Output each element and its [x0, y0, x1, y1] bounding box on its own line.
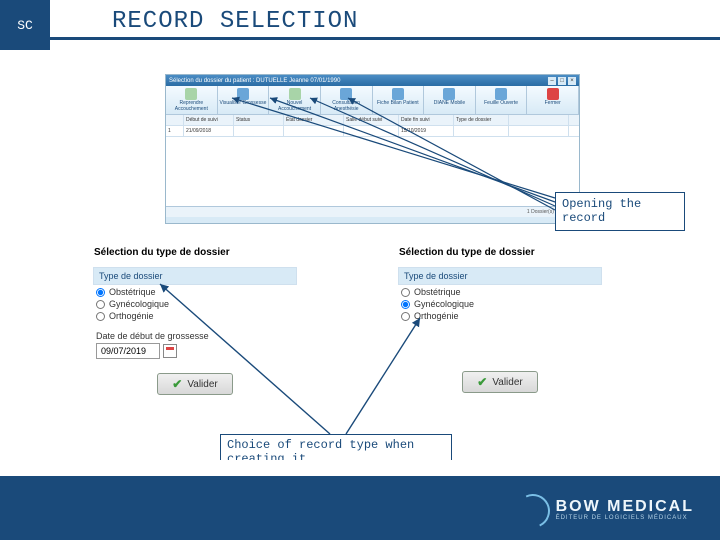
slide-header: SC RECORD SELECTION — [0, 0, 720, 70]
radio-input[interactable] — [401, 312, 410, 321]
type-dialog-left: Sélection du type de dossier Type de dos… — [90, 244, 300, 436]
check-icon: ✔ — [172, 377, 182, 391]
dialog-body: Type de dossier Obstétrique Gynécologiqu… — [395, 267, 605, 399]
record-toolbar: Reprendre Accouchement Visualiser Grosse… — [166, 86, 579, 115]
fiche-icon — [392, 88, 404, 100]
group-label: Type de dossier — [398, 267, 602, 285]
feuille-icon — [495, 88, 507, 100]
radio-input[interactable] — [401, 288, 410, 297]
window-footer: 1 Dossier(s) trouvé(s) — [166, 206, 579, 217]
page-title: RECORD SELECTION — [112, 8, 720, 35]
window-controls: – □ × — [548, 77, 576, 85]
radio-input[interactable] — [96, 288, 105, 297]
diane-icon — [443, 88, 455, 100]
validate-button[interactable]: ✔Valider — [157, 373, 232, 395]
record-selection-window: Sélection du dossier du patient : DUTUEL… — [165, 74, 580, 224]
radio-obstetrique[interactable]: Obstétrique — [401, 287, 599, 297]
radio-obstetrique[interactable]: Obstétrique — [96, 287, 294, 297]
annotation-opening: Opening the record — [555, 192, 685, 231]
toolbar-diane[interactable]: DIANE Mobile — [424, 86, 476, 114]
dialog-title: Sélection du type de dossier — [395, 244, 605, 261]
logo-swoosh-icon — [516, 498, 550, 522]
toolbar-fermer[interactable]: Fermer — [527, 86, 579, 114]
logo-text: BOW MEDICAL ÉDITEUR DE LOGICIELS MÉDICAU… — [556, 499, 694, 521]
type-dialog-right: Sélection du type de dossier Type de dos… — [395, 244, 605, 436]
logo-sub: ÉDITEUR DE LOGICIELS MÉDICAUX — [556, 515, 694, 521]
radio-input[interactable] — [96, 300, 105, 309]
slide-footer: BOW MEDICAL ÉDITEUR DE LOGICIELS MÉDICAU… — [0, 460, 720, 540]
date-label: Date de début de grossesse — [96, 331, 294, 341]
group-label: Type de dossier — [93, 267, 297, 285]
radio-gynecologique[interactable]: Gynécologique — [401, 299, 599, 309]
sc-badge: SC — [0, 0, 50, 50]
date-input-row — [96, 343, 294, 359]
toolbar-feuille[interactable]: Feuille Ouverte — [476, 86, 528, 114]
toolbar-reprendre[interactable]: Reprendre Accouchement — [166, 86, 218, 114]
window-titlebar: Sélection du dossier du patient : DUTUEL… — [166, 75, 579, 86]
grid-body: 1 21/09/2018 15/10/2019 — [166, 126, 579, 206]
main-content: Sélection du dossier du patient : DUTUEL… — [0, 70, 720, 460]
maximize-icon[interactable]: □ — [558, 77, 566, 85]
reprendre-icon — [185, 88, 197, 100]
radio-orthogenie[interactable]: Orthogénie — [96, 311, 294, 321]
calendar-icon[interactable] — [163, 344, 177, 358]
window-title: Sélection du dossier du patient : DUTUEL… — [169, 78, 340, 84]
date-field[interactable] — [96, 343, 160, 359]
validate-button[interactable]: ✔Valider — [462, 371, 537, 393]
toolbar-fiche[interactable]: Fiche Bilan Patient — [373, 86, 425, 114]
toolbar-consultation[interactable]: Consultation Anesthésie — [321, 86, 373, 114]
grid-header: Début de suivi Status État dossier Salle… — [166, 115, 579, 126]
radio-gynecologique[interactable]: Gynécologique — [96, 299, 294, 309]
title-area: RECORD SELECTION — [50, 0, 720, 40]
dialog-title: Sélection du type de dossier — [90, 244, 300, 261]
minimize-icon[interactable]: – — [548, 77, 556, 85]
check-icon: ✔ — [477, 375, 487, 389]
dialog-body: Type de dossier Obstétrique Gynécologiqu… — [90, 267, 300, 401]
toolbar-nouvel[interactable]: Nouvel Accouchement — [269, 86, 321, 114]
bow-medical-logo: BOW MEDICAL ÉDITEUR DE LOGICIELS MÉDICAU… — [516, 498, 694, 522]
close-icon[interactable]: × — [568, 77, 576, 85]
fermer-icon — [547, 88, 559, 100]
table-row[interactable]: 1 21/09/2018 15/10/2019 — [166, 126, 579, 137]
consultation-icon — [340, 88, 352, 100]
nouvel-icon — [289, 88, 301, 100]
toolbar-visualiser[interactable]: Visualiser Grossesse — [218, 86, 270, 114]
radio-input[interactable] — [401, 300, 410, 309]
title-underline — [50, 37, 720, 40]
radio-input[interactable] — [96, 312, 105, 321]
logo-main: BOW MEDICAL — [556, 499, 694, 515]
radio-orthogenie[interactable]: Orthogénie — [401, 311, 599, 321]
visualiser-icon — [237, 88, 249, 100]
